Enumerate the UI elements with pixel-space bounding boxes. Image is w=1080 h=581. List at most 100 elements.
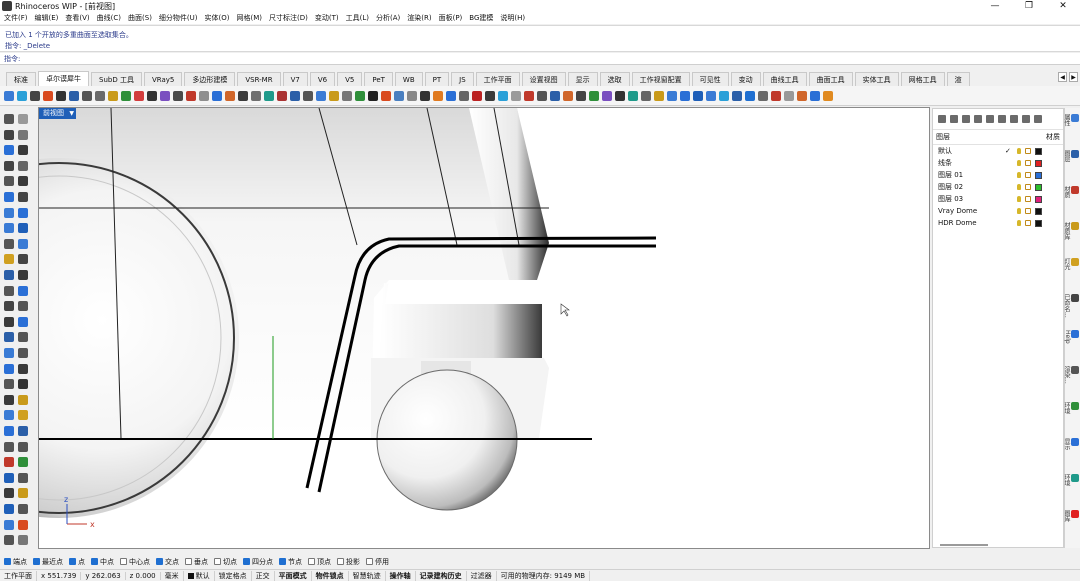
toolbar-tool-icon[interactable] — [719, 90, 729, 101]
toolbar-tab[interactable]: JS — [451, 72, 474, 86]
toolbar-tool-icon[interactable] — [641, 90, 651, 101]
left-tool-icon[interactable] — [18, 301, 28, 312]
toolbar-tool-icon[interactable] — [472, 90, 482, 101]
toolbar-tool-icon[interactable] — [225, 90, 235, 101]
left-tool-icon[interactable] — [4, 270, 14, 280]
left-tool-icon[interactable] — [18, 504, 28, 514]
new-layer-icon[interactable] — [938, 115, 946, 123]
left-tool-icon[interactable] — [4, 114, 14, 124]
left-tool-icon[interactable] — [18, 285, 28, 296]
osnap-checkbox[interactable] — [156, 558, 163, 565]
left-tool-icon[interactable] — [18, 457, 28, 468]
toolbar-tab[interactable]: 显示 — [567, 72, 598, 86]
layer-name[interactable]: 图层 03 — [938, 195, 963, 203]
side-tab[interactable]: 图库 — [1063, 510, 1079, 522]
toolbar-tab[interactable]: 卓尔谟犀牛 — [38, 71, 89, 86]
visibility-bulb-icon[interactable] — [1017, 160, 1021, 166]
left-tool-icon[interactable] — [4, 379, 14, 390]
toolbar-tool-icon[interactable] — [303, 90, 313, 101]
status-toggle[interactable]: 正交 — [252, 570, 275, 581]
left-tool-icon[interactable] — [4, 426, 14, 436]
layer-name[interactable]: 图层 02 — [938, 183, 963, 191]
chevron-down-icon[interactable]: ▼ — [69, 108, 74, 119]
side-tab[interactable]: 图层 — [1063, 150, 1079, 162]
side-tab[interactable]: 属性 — [1063, 114, 1079, 126]
toolbar-tab[interactable]: V5 — [337, 72, 363, 86]
menu-item[interactable]: 分析(A) — [376, 13, 400, 23]
current-layer-check[interactable]: ✓ — [1005, 145, 1011, 157]
left-tool-icon[interactable] — [4, 316, 14, 327]
side-tab[interactable]: 环境 — [1063, 474, 1079, 486]
toolbar-tool-icon[interactable] — [355, 90, 365, 101]
layer-color-swatch[interactable] — [1035, 184, 1042, 191]
osnap-3[interactable]: 点 — [69, 557, 85, 567]
side-tab[interactable]: 渲染... — [1063, 366, 1079, 384]
toolbar-tab[interactable]: 曲线工具 — [762, 72, 807, 86]
toolbar-tool-icon[interactable] — [316, 90, 326, 101]
status-toggle[interactable]: 过滤器 — [467, 570, 497, 581]
menu-item[interactable]: 曲面(S) — [128, 13, 152, 23]
visibility-bulb-icon[interactable] — [1017, 220, 1021, 226]
osnap-checkbox[interactable] — [243, 558, 250, 565]
left-tool-icon[interactable] — [18, 332, 28, 343]
toolbar-tool-icon[interactable] — [134, 90, 144, 101]
menu-item[interactable]: 实体(O) — [205, 13, 230, 23]
visibility-bulb-icon[interactable] — [1017, 196, 1021, 202]
left-tool-icon[interactable] — [4, 238, 14, 249]
help-icon[interactable] — [1034, 115, 1042, 123]
toolbar-tool-icon[interactable] — [797, 90, 807, 101]
osnap-5[interactable]: 中心点 — [120, 557, 150, 567]
toolbar-tool-icon[interactable] — [394, 90, 404, 101]
left-tool-icon[interactable] — [4, 192, 14, 202]
menu-item[interactable]: 尺寸标注(D) — [269, 13, 308, 23]
cplane-label[interactable]: 工作平面 — [0, 570, 37, 581]
lock-icon[interactable] — [1025, 160, 1031, 166]
left-tool-icon[interactable] — [4, 472, 14, 483]
toolbar-tool-icon[interactable] — [446, 90, 456, 101]
menu-item[interactable]: 工具(L) — [346, 13, 369, 23]
menu-item[interactable]: 渲染(R) — [407, 13, 431, 23]
units-label[interactable]: 毫米 — [161, 570, 184, 581]
lock-icon[interactable] — [1025, 196, 1031, 202]
osnap-6[interactable]: 交点 — [156, 557, 179, 567]
left-tool-icon[interactable] — [18, 114, 28, 124]
left-tool-icon[interactable] — [4, 129, 14, 140]
left-tool-icon[interactable] — [18, 519, 28, 530]
osnap-checkbox[interactable] — [69, 558, 76, 565]
status-toggle[interactable]: 操作轴 — [386, 570, 416, 581]
toolbar-tool-icon[interactable] — [680, 90, 690, 101]
toolbar-tool-icon[interactable] — [30, 90, 40, 101]
left-tool-icon[interactable] — [4, 207, 14, 218]
left-tool-icon[interactable] — [4, 285, 14, 296]
left-tool-icon[interactable] — [4, 441, 14, 452]
left-tool-icon[interactable] — [4, 488, 14, 499]
osnap-checkbox[interactable] — [279, 558, 286, 565]
menu-item[interactable]: 编辑(E) — [35, 13, 59, 23]
menu-item[interactable]: 文件(F) — [4, 13, 28, 23]
toolbar-tool-icon[interactable] — [342, 90, 352, 101]
left-tool-icon[interactable] — [4, 410, 14, 421]
toolbar-tab[interactable]: 渲 — [946, 72, 970, 86]
viewport-title-tab[interactable]: 前视图 ▼ — [39, 108, 76, 119]
osnap-1[interactable]: 端点 — [4, 557, 27, 567]
left-tool-icon[interactable] — [4, 254, 14, 265]
osnap-12[interactable]: 投影 — [337, 557, 360, 567]
toolbar-tool-icon[interactable] — [537, 90, 547, 101]
layer-color-swatch[interactable] — [1035, 160, 1042, 167]
toolbar-tool-icon[interactable] — [485, 90, 495, 101]
layer-name[interactable]: 线条 — [938, 159, 952, 167]
left-tool-icon[interactable] — [4, 504, 14, 514]
side-tab[interactable]: 灯光 — [1063, 258, 1079, 270]
menu-item[interactable]: 细分物件(U) — [159, 13, 198, 23]
toolbar-tab[interactable]: 设置视图 — [521, 72, 566, 86]
toolbar-tool-icon[interactable] — [524, 90, 534, 101]
toolbar-tool-icon[interactable] — [407, 90, 417, 101]
toolbar-tab[interactable]: 工作视窗配置 — [631, 72, 690, 86]
toolbar-tool-icon[interactable] — [667, 90, 677, 101]
move-down-icon[interactable] — [986, 115, 994, 123]
layer-name[interactable]: 默认 — [938, 147, 952, 155]
lock-icon[interactable] — [1025, 208, 1031, 214]
toolbar-tool-icon[interactable] — [758, 90, 768, 101]
tools-icon[interactable] — [1022, 115, 1030, 123]
side-tab[interactable]: 材质 — [1063, 186, 1079, 198]
